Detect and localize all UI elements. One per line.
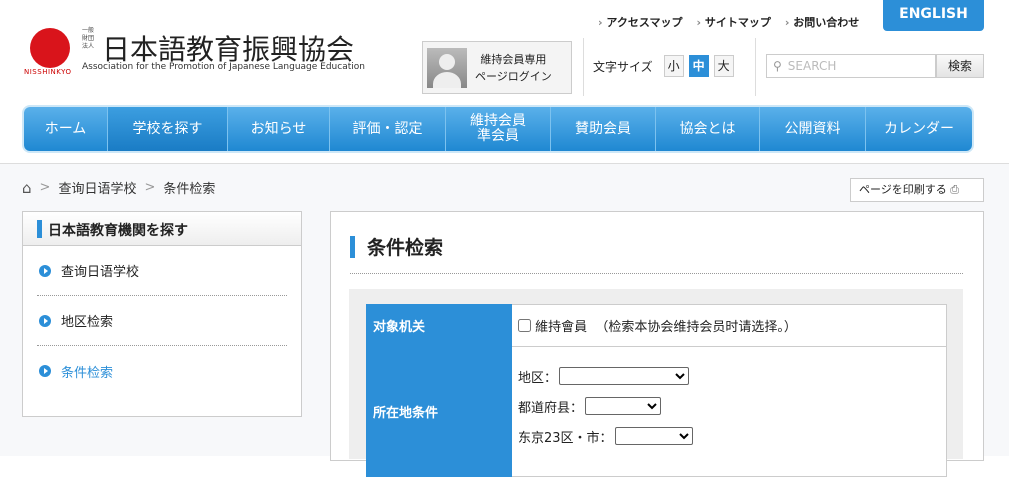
login-line1: 維持会員専用 <box>480 52 547 66</box>
main-nav: ホーム 学校を探す お知らせ 評価・認定 維持会員 準会員 賛助会員 協会とは … <box>24 107 972 151</box>
nav-about[interactable]: 協会とは <box>656 107 760 151</box>
page-title-text: 条件检索 <box>367 237 444 259</box>
search-icon: ⚲ <box>773 59 782 73</box>
top-links: アクセスマップ サイトマップ お問い合わせ <box>598 14 859 30</box>
logo-english: Association for the Promotion of Japanes… <box>82 62 365 72</box>
page-title: 条件检索 <box>350 233 443 260</box>
search-button[interactable]: 検索 <box>936 54 984 78</box>
english-button[interactable]: ENGLISH <box>883 0 984 31</box>
printer-icon: ⎙ <box>950 183 960 196</box>
search-input[interactable]: ⚲ SEARCH <box>766 54 936 78</box>
nav-evaluation[interactable]: 評価・認定 <box>330 107 446 151</box>
divider <box>583 38 584 96</box>
arrow-circle-icon <box>39 365 51 377</box>
sidebar-item-label: 条件检索 <box>61 365 114 381</box>
prefecture-select[interactable] <box>585 397 662 415</box>
arrow-circle-icon <box>39 314 51 327</box>
prefecture-label: 都道府县： <box>518 400 584 416</box>
avatar-icon <box>427 47 467 88</box>
nav-members[interactable]: 維持会員 準会員 <box>446 107 551 151</box>
breadcrumb-school[interactable]: 查询日语学校 <box>58 178 136 197</box>
font-medium-button[interactable]: 中 <box>688 55 709 77</box>
sidebar: 日本語教育機関を探す 查询日语学校 地区检索 条件检索 <box>22 211 302 417</box>
search-placeholder: SEARCH <box>787 59 837 73</box>
nav-documents[interactable]: 公開資料 <box>760 107 866 151</box>
title-bar-icon <box>37 220 42 238</box>
font-size-label: 文字サイズ <box>593 59 653 74</box>
logo-small: 一般財団法人 <box>82 27 95 50</box>
search-table: 对象机关 維持會員 （检索本协会维持会员时请选择。） 所在地条件 地区： 都道府… <box>366 304 947 477</box>
contact-link[interactable]: お問い合わせ <box>785 14 859 30</box>
print-button[interactable]: ページを印刷する ⎙ <box>850 178 984 202</box>
sidebar-item-label: 地区检索 <box>61 315 114 330</box>
nav-supporting[interactable]: 賛助会員 <box>551 107 656 151</box>
font-large-button[interactable]: 大 <box>713 55 734 77</box>
nav-find-school[interactable]: 学校を探す <box>108 107 228 151</box>
target-label: 对象机关 <box>366 304 512 347</box>
logo-brand: NISSHINKYO <box>24 68 72 76</box>
member-checkbox[interactable] <box>518 319 531 332</box>
font-size-control: 文字サイズ 小 中 大 <box>593 55 734 77</box>
sidebar-item-school[interactable]: 查询日语学校 <box>37 246 287 296</box>
logo-icon[interactable] <box>30 28 70 68</box>
access-map-link[interactable]: アクセスマップ <box>598 14 682 30</box>
sidebar-item-label: 查询日语学校 <box>61 265 140 280</box>
member-login-button[interactable]: 維持会員専用 ページログイン <box>422 41 572 94</box>
member-note: （检索本协会维持会员时请选择。） <box>595 320 797 335</box>
ward-label: 东京23区・市： <box>518 430 613 446</box>
sidebar-title: 日本語教育機関を探す <box>48 223 188 239</box>
divider <box>350 273 963 274</box>
sidebar-item-condition[interactable]: 条件检索 <box>37 346 287 396</box>
location-label: 所在地条件 <box>366 346 512 477</box>
member-checkbox-label: 維持會員 <box>535 320 588 335</box>
arrow-circle-icon <box>39 264 51 277</box>
font-small-button[interactable]: 小 <box>663 55 684 77</box>
home-icon[interactable]: ⌂ <box>22 179 32 197</box>
sitemap-link[interactable]: サイトマップ <box>697 14 771 30</box>
nav-news[interactable]: お知らせ <box>228 107 330 151</box>
print-label: ページを印刷する <box>859 183 947 196</box>
nav-home[interactable]: ホーム <box>24 107 108 151</box>
sidebar-item-region[interactable]: 地区检索 <box>37 296 287 346</box>
divider <box>755 38 756 96</box>
region-select[interactable] <box>559 367 690 385</box>
region-label: 地区： <box>518 370 558 386</box>
breadcrumb: ⌂ > 查询日语学校 > 条件检索 <box>22 178 216 198</box>
title-bar-icon <box>350 235 355 258</box>
nav-calendar[interactable]: カレンダー <box>866 107 972 151</box>
login-line2: ページログイン <box>475 69 552 83</box>
ward-select[interactable] <box>614 427 693 445</box>
breadcrumb-current: 条件检索 <box>163 182 216 197</box>
